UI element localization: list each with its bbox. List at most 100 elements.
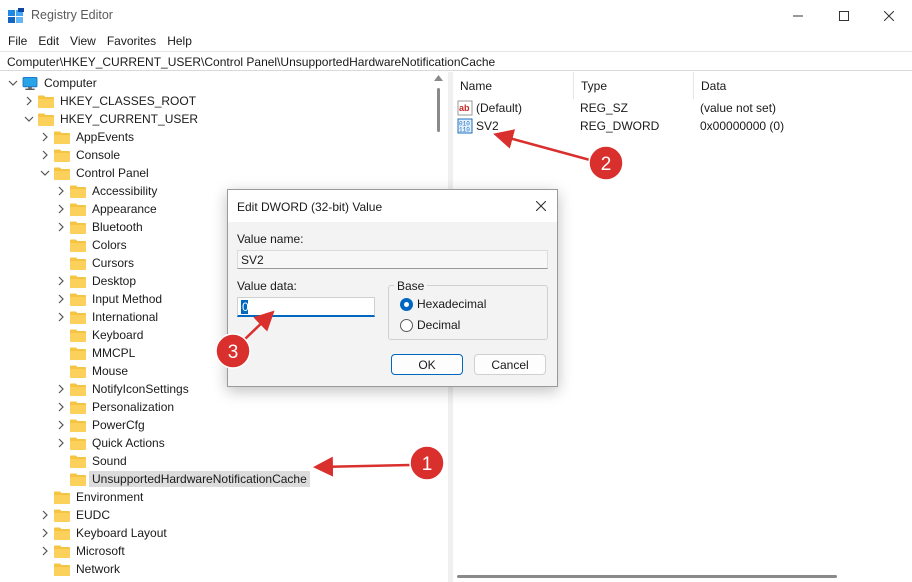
tree-item[interactable]: NotifyIconSettings [56, 380, 189, 398]
tree-item[interactable]: Cursors [56, 254, 134, 272]
chevron-right-icon[interactable] [40, 528, 50, 538]
tree-item[interactable]: AppEvents [40, 128, 134, 146]
column-header-name[interactable]: Name [453, 72, 574, 99]
folder-icon [70, 437, 86, 450]
column-header-type[interactable]: Type [574, 72, 694, 99]
menu-file[interactable]: File [3, 31, 33, 51]
tree-item[interactable]: Network [40, 560, 120, 578]
maximize-icon [839, 10, 849, 21]
tree-item-label: Desktop [92, 274, 137, 288]
tree-item[interactable]: Computer [8, 74, 97, 92]
tree-item-label: Appearance [92, 202, 157, 216]
chevron-right-icon[interactable] [56, 222, 66, 232]
chevron-down-icon[interactable] [8, 78, 18, 88]
tree-item-label: Input Method [92, 292, 163, 306]
tree-item-label: HKEY_CURRENT_USER [60, 112, 199, 126]
cancel-button[interactable]: Cancel [474, 354, 546, 375]
maximize-button[interactable] [821, 0, 867, 31]
folder-icon [70, 419, 86, 432]
chevron-right-icon[interactable] [56, 204, 66, 214]
dialog-close-button[interactable] [531, 196, 551, 216]
chevron-right-icon[interactable] [56, 186, 66, 196]
close-button[interactable] [866, 0, 912, 31]
tree-item[interactable]: HKEY_CLASSES_ROOT [24, 92, 196, 110]
base-label: Base [394, 279, 428, 293]
tree-item[interactable]: Quick Actions [56, 434, 165, 452]
edit-dword-dialog: Edit DWORD (32-bit) Value Value name: SV… [227, 189, 558, 387]
ok-button[interactable]: OK [391, 354, 463, 375]
folder-icon [54, 527, 70, 540]
value-data-input[interactable] [237, 297, 375, 317]
tree-item[interactable]: Desktop [56, 272, 136, 290]
column-header-data[interactable]: Data [694, 72, 912, 99]
chevron-right-icon[interactable] [56, 276, 66, 286]
tree-item-label: Network [76, 562, 121, 576]
tree-item[interactable]: Console [40, 146, 120, 164]
tree-item[interactable]: PowerCfg [56, 416, 145, 434]
decimal-label: Decimal [417, 318, 461, 332]
value-row-default[interactable]: ab (Default) REG_SZ (value not set) [453, 99, 912, 117]
folder-icon [70, 275, 86, 288]
chevron-right-icon[interactable] [40, 132, 50, 142]
chevron-right-icon[interactable] [56, 420, 66, 430]
tree-item[interactable]: Control Panel [40, 164, 149, 182]
value-row-sv2[interactable]: 010 110 SV2 REG_DWORD 0x00000000 (0) [453, 117, 912, 135]
chevron-right-icon[interactable] [56, 438, 66, 448]
tree-item[interactable]: Personalization [56, 398, 174, 416]
tree-item-label: NotifyIconSettings [92, 382, 189, 396]
tree-item[interactable]: Accessibility [56, 182, 157, 200]
tree-item-label: Personalization [92, 400, 175, 414]
chevron-right-icon[interactable] [40, 546, 50, 556]
tree-item-label: Accessibility [92, 184, 158, 198]
chevron-right-icon[interactable] [24, 96, 34, 106]
tree-item[interactable]: UnsupportedHardwareNotificationCache [56, 470, 310, 488]
tree-item[interactable]: Mouse [56, 362, 128, 380]
minimize-icon [793, 15, 803, 16]
folder-icon [54, 149, 70, 162]
tree-item[interactable]: MMCPL [56, 344, 135, 362]
chevron-right-icon[interactable] [40, 510, 50, 520]
chevron-right-icon[interactable] [56, 384, 66, 394]
tree-item-label: HKEY_CLASSES_ROOT [60, 94, 197, 108]
tree-item[interactable]: EUDC [40, 506, 110, 524]
chevron-right-icon[interactable] [56, 294, 66, 304]
tree-item-label: Microsoft [76, 544, 125, 558]
tree-scroll-thumb[interactable] [437, 88, 440, 132]
tree-item-label: Colors [92, 238, 127, 252]
chevron-down-icon[interactable] [40, 168, 50, 178]
minimize-button[interactable] [775, 0, 821, 31]
tree-item[interactable]: Input Method [56, 290, 162, 308]
tree-item[interactable]: Sound [56, 452, 127, 470]
values-scroll-thumb[interactable] [457, 575, 837, 578]
tree-item[interactable]: Colors [56, 236, 127, 254]
menu-edit[interactable]: Edit [33, 31, 65, 51]
address-bar[interactable]: Computer\HKEY_CURRENT_USER\Control Panel… [0, 51, 912, 71]
chevron-right-icon[interactable] [40, 150, 50, 160]
tree-item[interactable]: Keyboard Layout [40, 524, 167, 542]
tree-item[interactable]: Appearance [56, 200, 157, 218]
menu-view[interactable]: View [65, 31, 102, 51]
tree-item-label: Console [76, 148, 121, 162]
hexadecimal-radio[interactable]: Hexadecimal [400, 297, 486, 311]
chevron-right-icon[interactable] [56, 312, 66, 322]
tree-item[interactable]: Microsoft [40, 542, 125, 560]
value-type: REG_SZ [580, 101, 629, 115]
svg-text:110: 110 [459, 127, 470, 134]
tree-item[interactable]: HKEY_CURRENT_USER [24, 110, 198, 128]
values-horizontal-scrollbar[interactable] [453, 570, 912, 582]
tree-item[interactable]: Bluetooth [56, 218, 143, 236]
tree-item[interactable]: International [56, 308, 158, 326]
chevron-down-icon[interactable] [24, 114, 34, 124]
menu-favorites[interactable]: Favorites [102, 31, 162, 51]
value-data: (value not set) [700, 101, 777, 115]
decimal-radio[interactable]: Decimal [400, 318, 460, 332]
chevron-right-icon[interactable] [56, 402, 66, 412]
value-data-label: Value data: [237, 279, 297, 293]
tree-item-label: Keyboard Layout [76, 526, 167, 540]
tree-item[interactable]: Environment [40, 488, 143, 506]
folder-icon [54, 509, 70, 522]
tree-item[interactable]: Keyboard [56, 326, 143, 344]
menu-help[interactable]: Help [162, 31, 198, 51]
folder-icon [70, 311, 86, 324]
folder-icon [70, 185, 86, 198]
